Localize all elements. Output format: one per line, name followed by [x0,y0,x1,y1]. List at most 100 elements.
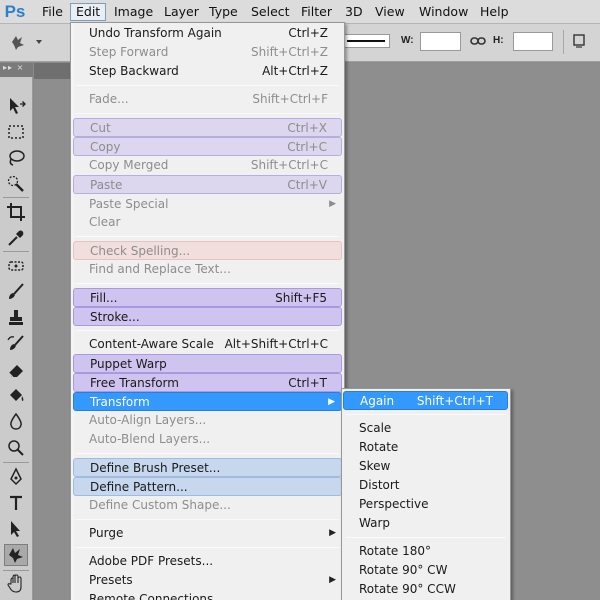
menu-file[interactable]: File [36,3,69,21]
menu-item-puppet-warp[interactable]: Puppet Warp [73,354,342,373]
menu-layer[interactable]: Layer [158,3,205,21]
tools-divider [3,570,29,571]
menu-item-free-transform[interactable]: Free Transform Ctrl+T [73,373,342,392]
clone-stamp-icon[interactable] [4,307,28,329]
menu-item-label: Purge [89,526,124,540]
menu-3d[interactable]: 3D [339,3,369,21]
tools-divider [3,197,29,198]
menu-item-label: Content-Aware Scale [89,337,214,351]
menu-item-copy[interactable]: Copy Ctrl+C [73,137,342,156]
submenu-item-rotate-90-cw[interactable]: Rotate 90° CW [343,561,508,580]
menu-item-check-spelling[interactable]: Check Spelling... [73,241,342,260]
type-icon[interactable] [4,492,28,514]
submenu-item-rotate-90-ccw[interactable]: Rotate 90° CCW [343,580,508,599]
link-icon[interactable] [470,34,486,48]
submenu-item-scale[interactable]: Scale [343,419,508,438]
submenu-item-rotate-180[interactable]: Rotate 180° [343,542,508,561]
path-selection-icon[interactable] [4,518,28,540]
submenu-item-rotate[interactable]: Rotate [343,438,508,457]
height-field[interactable] [513,32,553,51]
submenu-item-again[interactable]: Again Shift+Ctrl+T [343,391,508,410]
menu-item-auto-blend-layers[interactable]: Auto-Blend Layers... [73,430,342,449]
dodge-icon[interactable] [4,437,28,459]
width-field[interactable] [420,32,461,51]
menu-item-step-forward[interactable]: Step Forward Shift+Ctrl+Z [73,43,342,62]
menu-item-fade[interactable]: Fade... Shift+Ctrl+F [73,90,342,109]
menu-type[interactable]: Type [203,3,244,21]
menu-separator [75,113,339,114]
stroke-style-picker[interactable] [342,34,390,48]
menu-view[interactable]: View [369,3,411,21]
eraser-icon[interactable] [4,359,28,381]
menu-item-step-backward[interactable]: Step Backward Alt+Ctrl+Z [73,62,342,81]
menu-item-label: Remote Connections... [89,592,225,600]
menu-separator [75,519,339,520]
menu-item-define-brush-preset[interactable]: Define Brush Preset... [73,458,342,477]
paint-bucket-icon[interactable] [4,385,28,407]
quick-selection-icon[interactable] [4,173,28,195]
move-tool-icon[interactable] [4,95,28,117]
pen-icon[interactable] [4,466,28,488]
eyedropper-icon[interactable] [4,227,28,249]
menu-item-label: Copy [90,140,121,154]
menu-item-undo[interactable]: Undo Transform Again Ctrl+Z [73,24,342,43]
menu-item-label: Rotate 180° [359,544,432,558]
menu-filter[interactable]: Filter [295,3,338,21]
menu-separator [75,236,339,237]
menu-item-remote-connections[interactable]: Remote Connections... [73,590,342,600]
menu-item-shortcut: Shift+Ctrl+F [252,92,328,106]
menu-item-define-custom-shape[interactable]: Define Custom Shape... [73,496,342,515]
menu-item-label: Copy Merged [89,158,169,172]
menu-item-define-pattern[interactable]: Define Pattern... [73,477,342,496]
brush-icon[interactable] [4,281,28,303]
menu-select[interactable]: Select [245,3,296,21]
edit-menu: Undo Transform Again Ctrl+Z Step Forward S… [70,22,345,600]
menu-item-stroke[interactable]: Stroke... [73,307,342,326]
menu-window[interactable]: Window [413,3,474,21]
menu-item-transform[interactable]: Transform ▶ [73,392,342,411]
tool-preset-picker[interactable] [8,32,48,52]
menu-item-label: Fill... [90,291,118,305]
menu-image[interactable]: Image [108,3,159,21]
menu-item-content-aware-scale[interactable]: Content-Aware Scale Alt+Shift+Ctrl+C [73,335,342,354]
history-brush-icon[interactable] [4,333,28,355]
submenu-item-warp[interactable]: Warp [343,514,508,533]
menu-item-label: Auto-Align Layers... [89,413,207,427]
menu-item-shortcut: Ctrl+T [288,376,327,390]
blur-icon[interactable] [4,411,28,433]
submenu-item-skew[interactable]: Skew [343,457,508,476]
menu-item-paste[interactable]: Paste Ctrl+V [73,175,342,194]
tools-divider [3,251,29,252]
menu-item-clear[interactable]: Clear [73,213,342,232]
menu-item-label: Rotate 90° CW [359,563,448,577]
menu-help[interactable]: Help [474,3,515,21]
settings-icon[interactable] [572,33,586,49]
menu-item-label: Rotate 90° CCW [359,582,456,596]
submenu-item-distort[interactable]: Distort [343,476,508,495]
options-divider [563,30,564,54]
menu-item-label: Cut [90,121,111,135]
menu-item-find-replace[interactable]: Find and Replace Text... [73,260,342,279]
crop-icon[interactable] [4,201,28,223]
menu-item-cut[interactable]: Cut Ctrl+X [73,118,342,137]
menu-item-fill[interactable]: Fill... Shift+F5 [73,288,342,307]
submenu-item-perspective[interactable]: Perspective [343,495,508,514]
spot-healing-icon[interactable] [4,255,28,277]
menu-item-copy-merged[interactable]: Copy Merged Shift+Ctrl+C [73,156,342,175]
lasso-icon[interactable] [4,147,28,169]
menu-item-auto-align-layers[interactable]: Auto-Align Layers... [73,411,342,430]
menu-item-label: Rotate [359,440,399,454]
menu-item-label: Again [360,394,395,408]
marquee-icon[interactable] [4,121,28,143]
hand-icon[interactable] [4,573,28,595]
tools-panel-header[interactable]: ▸▸ × [0,63,33,77]
submenu-arrow-icon: ▶ [329,575,336,585]
document-tab-strip [34,63,70,79]
menu-item-paste-special[interactable]: Paste Special ▶ [73,195,342,214]
menu-edit[interactable]: Edit [70,3,107,21]
menu-item-label: Distort [359,478,400,492]
menu-item-purge[interactable]: Purge ▶ [73,524,342,543]
menu-item-adobe-pdf-presets[interactable]: Adobe PDF Presets... [73,552,342,571]
menu-item-presets[interactable]: Presets ▶ [73,571,342,590]
custom-shape-icon[interactable] [4,544,28,566]
